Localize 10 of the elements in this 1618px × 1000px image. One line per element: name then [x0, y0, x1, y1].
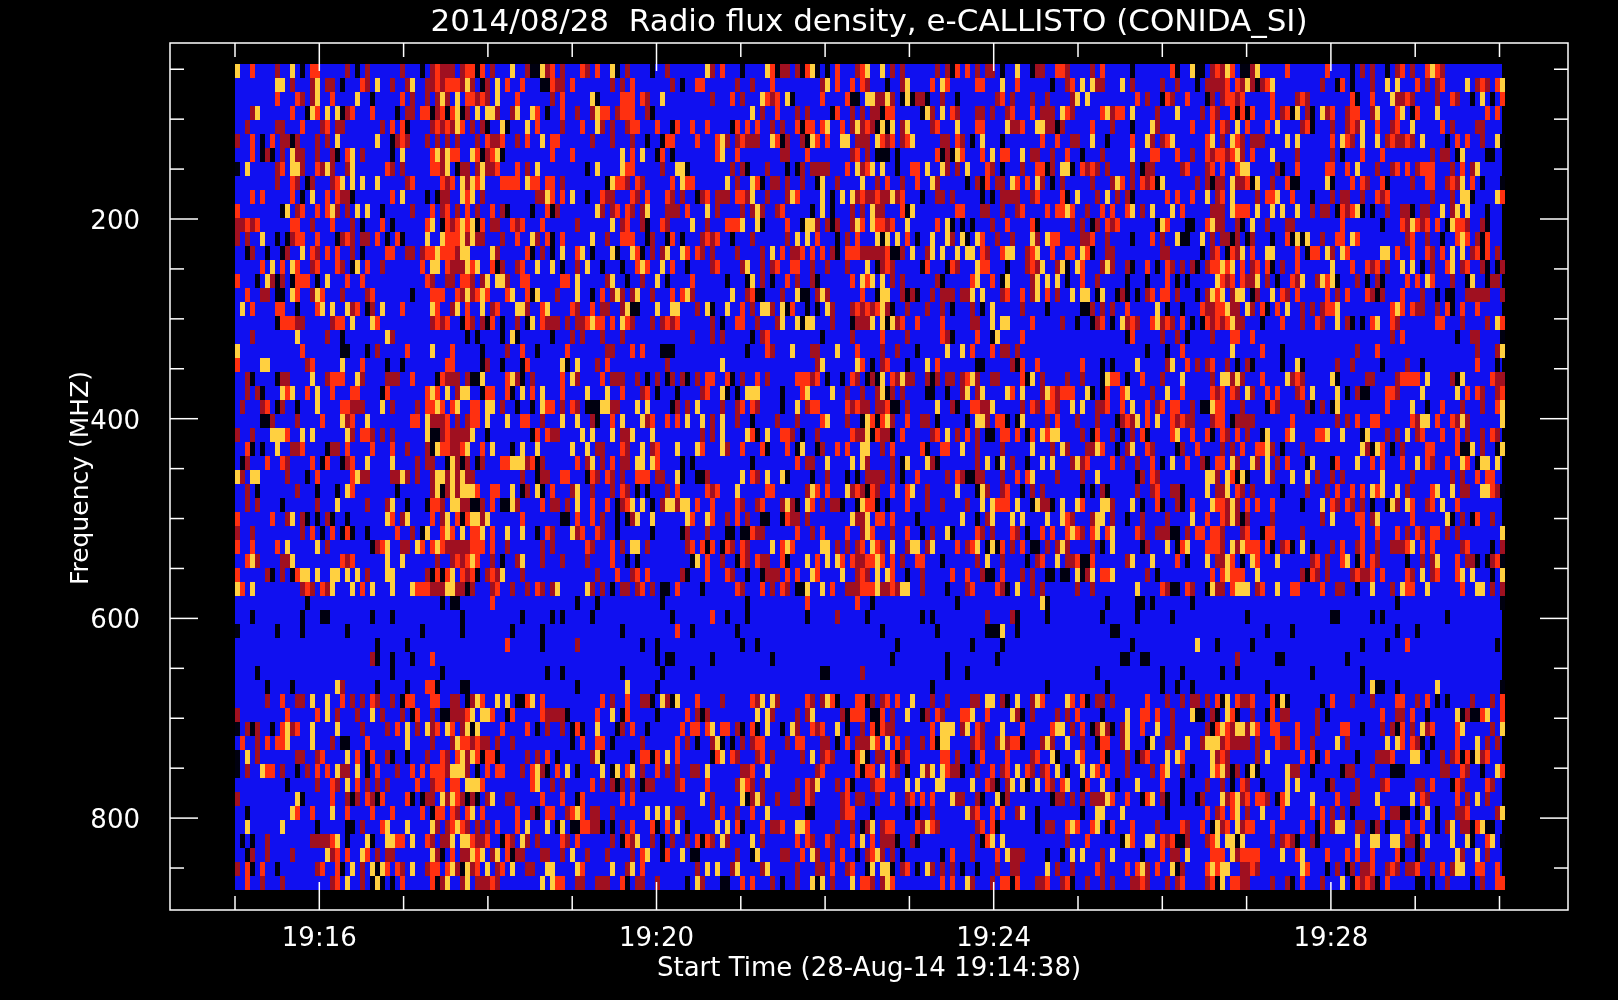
x-tick-label: 19:24 — [956, 922, 1032, 952]
y-tick-label: 600 — [90, 604, 140, 635]
x-tick-label: 19:28 — [1293, 922, 1369, 952]
y-tick-label: 200 — [90, 205, 140, 235]
chart-title: 2014/08/28 Radio flux density, e-CALLISTO (CONIDA_SI) — [430, 2, 1308, 38]
x-tick-label: 19:16 — [281, 922, 357, 952]
x-axis-title: Start Time (28-Aug-14 19:14:38) — [656, 952, 1082, 982]
y-tick-label: 400 — [90, 404, 140, 435]
y-tick-label: 800 — [90, 804, 140, 835]
x-tick-label: 19:20 — [619, 922, 694, 952]
